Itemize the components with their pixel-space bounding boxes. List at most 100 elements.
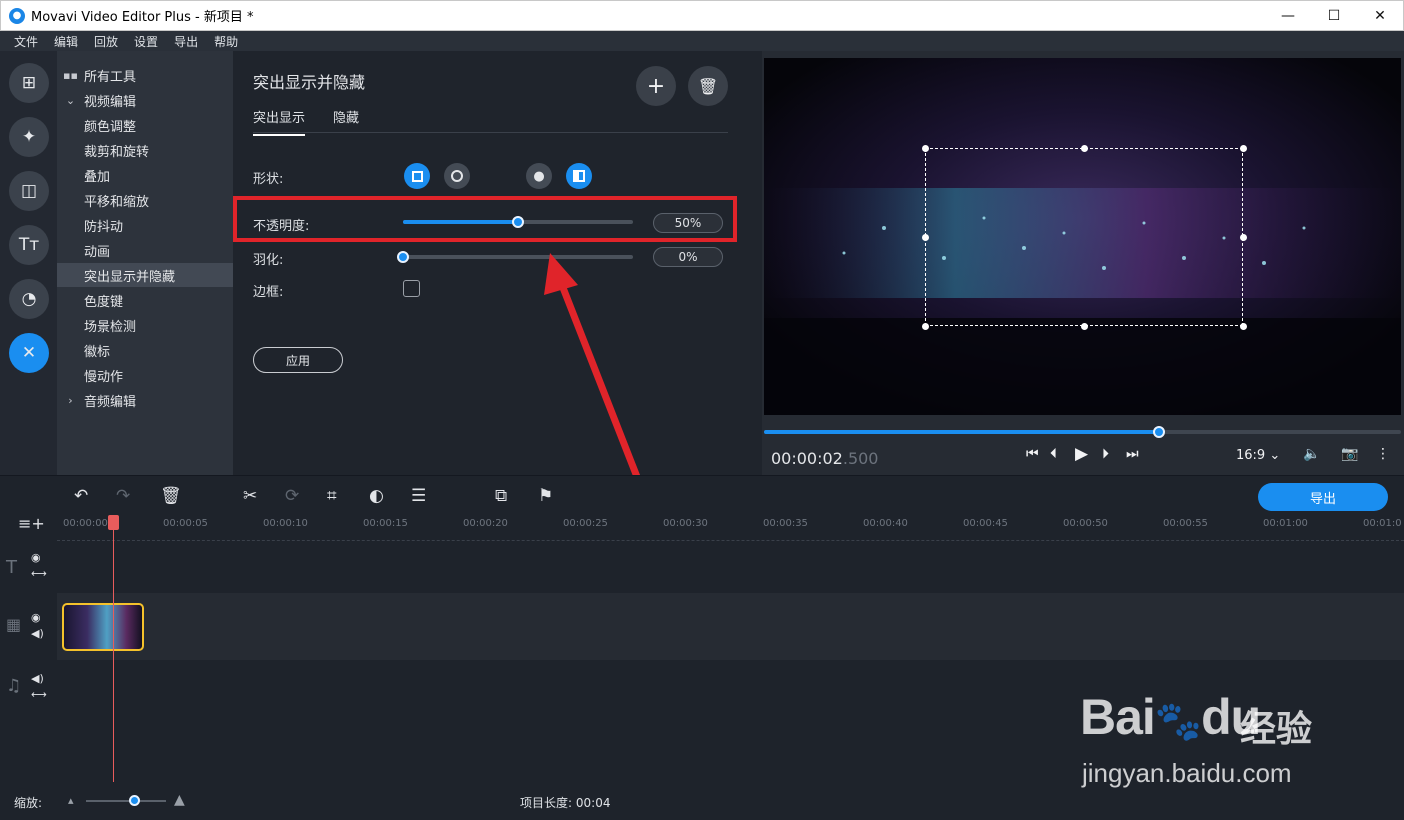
resize-handle[interactable] xyxy=(922,234,929,241)
playback-progress-bar[interactable] xyxy=(764,426,1401,438)
menu-help[interactable]: 帮助 xyxy=(214,33,238,50)
undo-icon[interactable]: ↶ xyxy=(74,486,88,506)
maximize-icon[interactable]: ☐ xyxy=(1311,1,1357,31)
visibility-eye-icon[interactable]: ◉ xyxy=(31,551,41,564)
ruler-label: 00:00:30 xyxy=(663,518,708,529)
tool-item[interactable]: 慢动作 xyxy=(57,363,233,387)
clip-properties-icon[interactable]: ☰ xyxy=(411,486,426,506)
snapshot-camera-icon[interactable]: 📷 xyxy=(1341,446,1358,462)
menu-edit[interactable]: 编辑 xyxy=(54,33,78,50)
tool-item[interactable]: 场景检测 xyxy=(57,313,233,337)
menu-settings[interactable]: 设置 xyxy=(134,33,158,50)
aspect-ratio-select[interactable]: 16:9 ⌄ xyxy=(1236,448,1280,463)
playback-scrubber-handle[interactable] xyxy=(1152,426,1165,438)
tool-item[interactable]: 色度键 xyxy=(57,288,233,312)
redo-icon[interactable]: ↷ xyxy=(116,486,130,506)
transitions-icon[interactable]: ◫ xyxy=(9,171,49,211)
marker-flag-icon[interactable]: ⚑ xyxy=(538,486,553,506)
delete-button[interactable]: 🗑 xyxy=(688,66,728,106)
rectangle-shape-button[interactable] xyxy=(404,163,430,189)
watermark-url: jingyan.baidu.com xyxy=(1082,758,1292,788)
previous-frame-icon[interactable]: ⏴ xyxy=(1050,446,1057,462)
volume-icon[interactable]: ◀) xyxy=(31,672,44,685)
tool-item[interactable]: 动画 xyxy=(57,238,233,262)
menu-export[interactable]: 导出 xyxy=(174,33,198,50)
resize-handle[interactable] xyxy=(922,145,929,152)
opacity-slider-handle[interactable] xyxy=(512,216,524,228)
minimize-icon[interactable]: — xyxy=(1265,1,1311,31)
titles-icon[interactable]: Tт xyxy=(9,225,49,265)
movavi-logo-icon: ● xyxy=(9,7,25,24)
tool-item-selected[interactable]: 突出显示并隐藏 xyxy=(57,263,233,287)
unlink-icon[interactable]: ⟷ xyxy=(31,688,47,701)
ruler-label: 00:01:00 xyxy=(1263,518,1308,529)
zoom-out-icon[interactable]: ▴ xyxy=(68,794,74,807)
crop-icon[interactable]: ⌗ xyxy=(327,486,337,506)
rotate-icon[interactable]: ⟳ xyxy=(285,486,299,506)
menu-playback[interactable]: 回放 xyxy=(94,33,118,50)
import-icon[interactable]: ⊞ xyxy=(9,63,49,103)
skip-to-end-icon[interactable]: ⏭ xyxy=(1126,446,1139,462)
zoom-slider-handle[interactable] xyxy=(129,795,140,806)
tab-highlight[interactable]: 突出显示 xyxy=(253,107,306,136)
chevron-down-icon: ⌄ xyxy=(1269,448,1281,463)
color-adjust-icon[interactable]: ◐ xyxy=(369,486,384,506)
solid-fill-button[interactable] xyxy=(566,163,592,189)
resize-handle[interactable] xyxy=(1081,323,1088,330)
zoom-slider[interactable] xyxy=(86,795,166,806)
play-icon[interactable]: ▶ xyxy=(1075,444,1088,464)
title-track[interactable] xyxy=(57,541,1404,593)
link-icon[interactable]: ⟷ xyxy=(31,567,47,580)
resize-handle[interactable] xyxy=(1240,145,1247,152)
volume-icon[interactable]: 🔈 xyxy=(1303,446,1320,462)
feather-slider-handle[interactable] xyxy=(397,251,409,263)
opacity-value[interactable]: 50% xyxy=(653,213,723,233)
tool-group-audio[interactable]: › 音频编辑 xyxy=(57,388,233,412)
zoom-in-icon[interactable]: ▲ xyxy=(174,792,185,808)
blur-fill-button[interactable]: ● xyxy=(526,163,552,189)
ruler-label: 00:00:50 xyxy=(1063,518,1108,529)
delete-icon[interactable]: 🗑 xyxy=(160,486,182,506)
tool-group-video[interactable]: ⌄ 视频编辑 xyxy=(57,88,233,112)
menu-file[interactable]: 文件 xyxy=(14,33,38,50)
magic-wand-icon[interactable]: ✦ xyxy=(9,117,49,157)
resize-handle[interactable] xyxy=(1240,234,1247,241)
tool-item[interactable]: 徽标 xyxy=(57,338,233,362)
tools-icon[interactable]: ✕ xyxy=(9,333,49,373)
tool-item[interactable]: 颜色调整 xyxy=(57,113,233,137)
resize-handle[interactable] xyxy=(1081,145,1088,152)
add-button[interactable]: + xyxy=(636,66,676,106)
square-icon xyxy=(411,170,423,182)
skip-to-start-icon[interactable]: ⏮ xyxy=(1026,446,1039,462)
ellipse-shape-button[interactable] xyxy=(444,163,470,189)
resize-handle[interactable] xyxy=(922,323,929,330)
tool-item[interactable]: 防抖动 xyxy=(57,213,233,237)
highlight-selection-rectangle[interactable] xyxy=(925,148,1243,326)
video-preview[interactable] xyxy=(764,58,1401,415)
export-button[interactable]: 导出 xyxy=(1258,483,1388,511)
playback-progress-fill xyxy=(764,430,1159,434)
video-track[interactable] xyxy=(57,593,1404,660)
tool-all-tools[interactable]: ▪▪ 所有工具 xyxy=(57,63,233,87)
timeline-ruler[interactable]: 00:00:00 00:00:05 00:00:10 00:00:15 00:0… xyxy=(57,513,1404,541)
add-track-icon[interactable]: ≡+ xyxy=(18,514,45,533)
tool-item[interactable]: 平移和缩放 xyxy=(57,188,233,212)
cut-icon[interactable]: ✂ xyxy=(243,486,257,506)
tool-item[interactable]: 裁剪和旋转 xyxy=(57,138,233,162)
tool-item[interactable]: 叠加 xyxy=(57,163,233,187)
opacity-slider[interactable] xyxy=(403,216,633,228)
video-clip[interactable] xyxy=(62,603,144,651)
next-frame-icon[interactable]: ⏵ xyxy=(1102,446,1109,462)
volume-icon[interactable]: ◀) xyxy=(31,627,44,640)
visibility-eye-icon[interactable]: ◉ xyxy=(31,611,41,624)
apply-button[interactable]: 应用 xyxy=(253,347,343,373)
transition-wizard-icon[interactable]: ⧉ xyxy=(495,486,507,506)
close-icon[interactable]: ✕ xyxy=(1357,1,1403,31)
playhead-marker[interactable] xyxy=(108,515,119,530)
tab-hide[interactable]: 隐藏 xyxy=(333,107,359,134)
filters-icon[interactable]: ◔ xyxy=(9,279,49,319)
more-options-icon[interactable]: ⋮ xyxy=(1376,446,1390,462)
resize-handle[interactable] xyxy=(1240,323,1247,330)
droplet-icon: ● xyxy=(533,168,545,184)
border-checkbox[interactable] xyxy=(403,280,420,297)
